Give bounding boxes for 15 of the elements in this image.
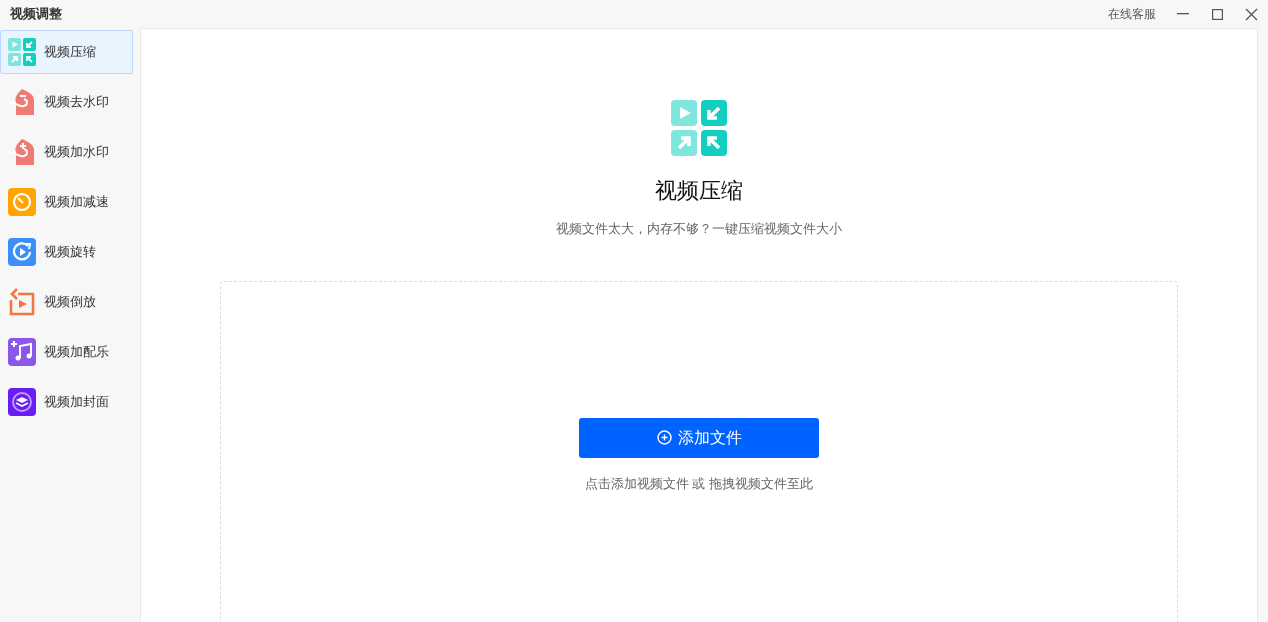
sidebar-item[interactable]: 视频加封面 xyxy=(0,380,133,424)
sidebar-item[interactable]: 视频旋转 xyxy=(0,230,133,274)
add-file-button[interactable]: 添加文件 xyxy=(579,417,819,458)
drop-zone[interactable]: 添加文件 点击添加视频文件 或 拖拽视频文件至此 xyxy=(220,280,1178,622)
sidebar-item[interactable]: 视频加减速 xyxy=(0,180,133,224)
drop-hint: 点击添加视频文件 或 拖拽视频文件至此 xyxy=(584,474,814,493)
sidebar-item[interactable]: 视频加水印 xyxy=(0,130,133,174)
online-service-link[interactable]: 在线客服 xyxy=(1108,5,1156,23)
page-subtitle: 视频文件太大，内存不够？一键压缩视频文件大小 xyxy=(556,220,842,238)
sidebar-item[interactable]: 视频加配乐 xyxy=(0,330,133,374)
page-title: 视频压缩 xyxy=(655,177,743,205)
window-title: 视频调整 xyxy=(10,5,62,24)
sidebar-item[interactable]: 视频倒放 xyxy=(0,280,133,324)
sidebar-item[interactable]: 视频压缩 xyxy=(0,30,133,74)
sidebar-item[interactable]: 视频去水印 xyxy=(0,80,133,124)
